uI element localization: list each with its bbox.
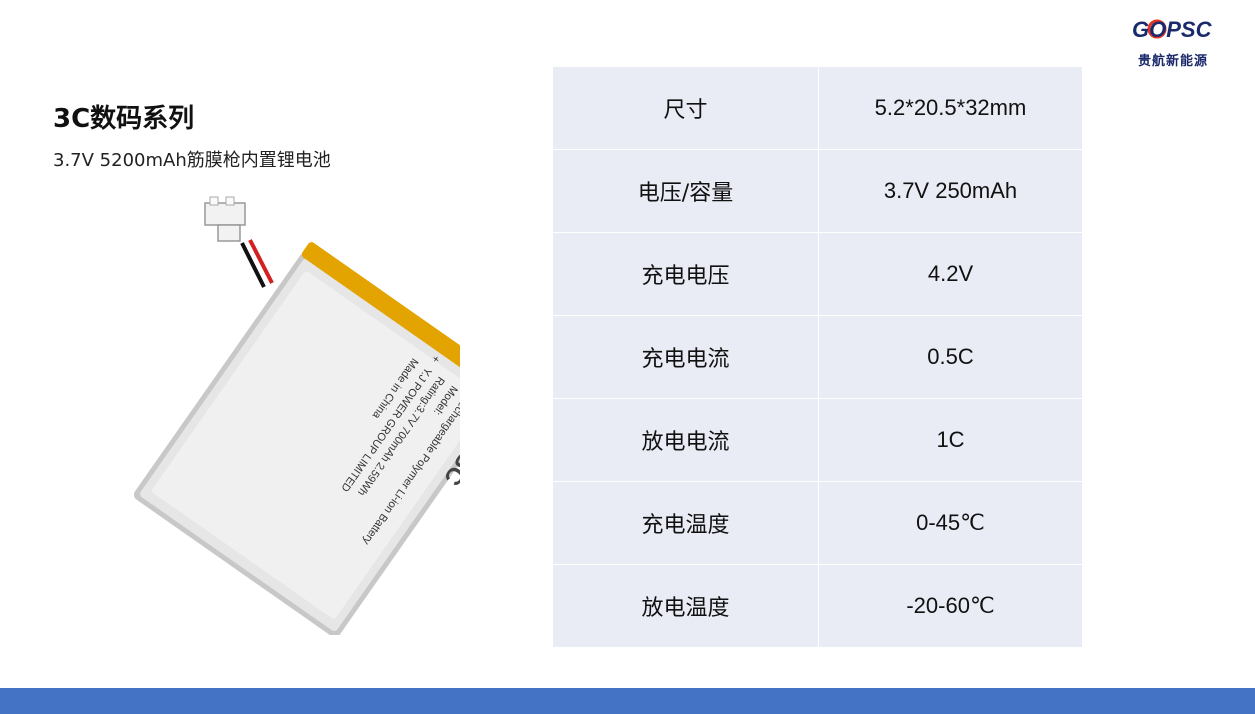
spec-label: 放电电流 bbox=[552, 398, 819, 482]
spec-value: 1C bbox=[818, 398, 1083, 482]
logo-text: GOPSC bbox=[1132, 17, 1213, 42]
spec-value: -20-60℃ bbox=[818, 564, 1083, 648]
spec-label: 充电电压 bbox=[552, 232, 819, 316]
spec-label: 电压/容量 bbox=[552, 149, 819, 233]
spec-row: 充电电流 0.5C bbox=[552, 315, 1083, 399]
specs-table: 尺寸 5.2*20.5*32mm 电压/容量 3.7V 250mAh 充电电压 … bbox=[552, 66, 1083, 648]
spec-row: 尺寸 5.2*20.5*32mm bbox=[552, 66, 1083, 150]
spec-value: 4.2V bbox=[818, 232, 1083, 316]
spec-label: 放电温度 bbox=[552, 564, 819, 648]
spec-row: 充电温度 0-45℃ bbox=[552, 481, 1083, 565]
spec-value: 0.5C bbox=[818, 315, 1083, 399]
spec-label: 充电电流 bbox=[552, 315, 819, 399]
spec-value: 5.2*20.5*32mm bbox=[818, 66, 1083, 150]
footer-bar bbox=[0, 688, 1255, 714]
spec-value: 3.7V 250mAh bbox=[818, 149, 1083, 233]
connector-plug bbox=[204, 196, 246, 242]
spec-row: 电压/容量 3.7V 250mAh bbox=[552, 149, 1083, 233]
spec-row: 放电电流 1C bbox=[552, 398, 1083, 482]
spec-label: 充电温度 bbox=[552, 481, 819, 565]
spec-label: 尺寸 bbox=[552, 66, 819, 150]
spec-row: 放电温度 -20-60℃ bbox=[552, 564, 1083, 648]
logo-subtitle: 贵航新能源 bbox=[1138, 54, 1209, 69]
battery-product-image: GOPSC - Rechargeable Polymer Li-ion Batt… bbox=[133, 196, 460, 635]
page-title: 3C数码系列 bbox=[53, 104, 195, 134]
spec-value: 0-45℃ bbox=[818, 481, 1083, 565]
spec-row: 充电电压 4.2V bbox=[552, 232, 1083, 316]
company-logo: GOPSC 贵航新能源 bbox=[1130, 14, 1230, 70]
logo-mark: GOPSC bbox=[1132, 17, 1213, 42]
product-subtitle: 3.7V 5200mAh筋膜枪内置锂电池 bbox=[53, 150, 331, 171]
